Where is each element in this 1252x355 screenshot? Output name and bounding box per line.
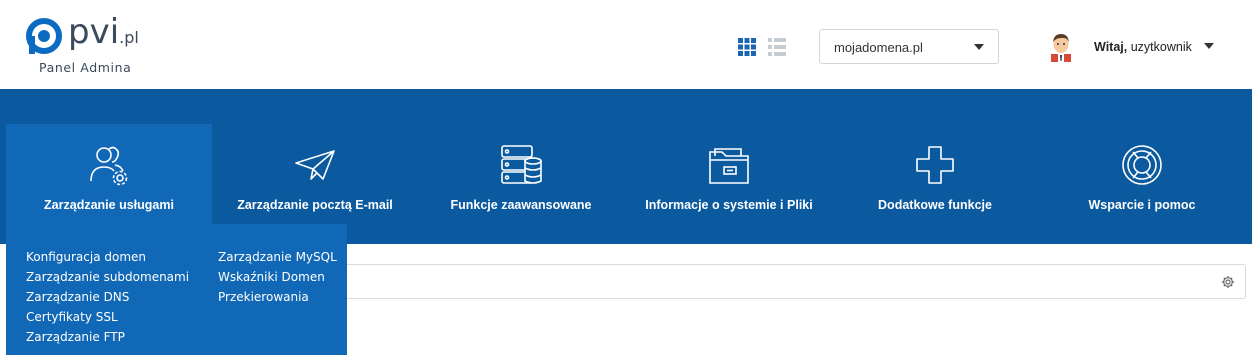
- chevron-down-icon: [1204, 43, 1214, 49]
- nav-label: Dodatkowe funkcje: [878, 198, 992, 212]
- logo-mark-icon: [26, 18, 62, 54]
- logo-tld: .pl: [119, 28, 139, 47]
- nav-item-system-files[interactable]: Informacje o systemie i Pliki: [624, 89, 834, 244]
- services-dropdown: Konfiguracja domen Zarządzanie subdomena…: [6, 224, 347, 355]
- gear-icon[interactable]: [1221, 275, 1235, 289]
- paper-plane-icon: [295, 150, 335, 180]
- nav-label: Zarządzanie pocztą E-mail: [237, 198, 393, 212]
- lifebuoy-icon: [1122, 145, 1162, 185]
- nav-label: Zarządzanie usługami: [44, 198, 174, 212]
- menu-item-redirects[interactable]: Przekierowania: [218, 287, 337, 307]
- logo-subtitle: Panel Admina: [39, 60, 132, 75]
- menu-item-ssl[interactable]: Certyfikaty SSL: [26, 307, 189, 327]
- menu-item-mysql[interactable]: Zarządzanie MySQL: [218, 247, 337, 267]
- menu-item-subdomains[interactable]: Zarządzanie subdomenami: [26, 267, 189, 287]
- list-icon[interactable]: [768, 38, 786, 56]
- dropdown-column-1: Konfiguracja domen Zarządzanie subdomena…: [26, 247, 189, 347]
- content-bar[interactable]: [330, 264, 1246, 299]
- nav-item-support[interactable]: Wsparcie i pomoc: [1036, 89, 1248, 244]
- nav-label: Informacje o systemie i Pliki: [645, 198, 813, 212]
- logo-name: pvi: [68, 12, 120, 52]
- main-nav: Zarządzanie usługami Zarządzanie pocztą …: [0, 89, 1252, 244]
- menu-item-dns[interactable]: Zarządzanie DNS: [26, 287, 189, 307]
- menu-item-domain-pointers[interactable]: Wskaźniki Domen: [218, 267, 337, 287]
- nav-item-advanced[interactable]: Funkcje zaawansowane: [418, 89, 624, 244]
- folder-icon: [709, 148, 749, 184]
- menu-item-domain-config[interactable]: Konfiguracja domen: [26, 247, 189, 267]
- nav-item-extra[interactable]: Dodatkowe funkcje: [834, 89, 1036, 244]
- grid-icon[interactable]: [738, 38, 756, 56]
- nav-label: Funkcje zaawansowane: [450, 198, 592, 212]
- nav-item-email[interactable]: Zarządzanie pocztą E-mail: [212, 89, 418, 244]
- avatar: [1051, 34, 1071, 62]
- nav-label: Wsparcie i pomoc: [1088, 198, 1196, 212]
- menu-item-ftp[interactable]: Zarządzanie FTP: [26, 327, 189, 347]
- database-icon: [501, 145, 542, 184]
- logo[interactable]: pvi.pl Panel Admina: [26, 12, 156, 78]
- domain-select-value: mojadomena.pl: [834, 40, 923, 55]
- logo-text: pvi.pl: [68, 12, 139, 52]
- dropdown-column-2: Zarządzanie MySQL Wskaźniki Domen Przeki…: [218, 247, 337, 307]
- domain-select[interactable]: mojadomena.pl: [819, 29, 999, 64]
- user-greeting: Witaj, uzytkownik: [1094, 40, 1192, 54]
- header: pvi.pl Panel Admina mojadomena.pl Witaj,…: [0, 0, 1252, 89]
- user-name: uzytkownik: [1130, 40, 1192, 54]
- users-gear-icon: [90, 146, 128, 186]
- chevron-down-icon: [974, 44, 984, 50]
- plus-icon: [916, 146, 954, 184]
